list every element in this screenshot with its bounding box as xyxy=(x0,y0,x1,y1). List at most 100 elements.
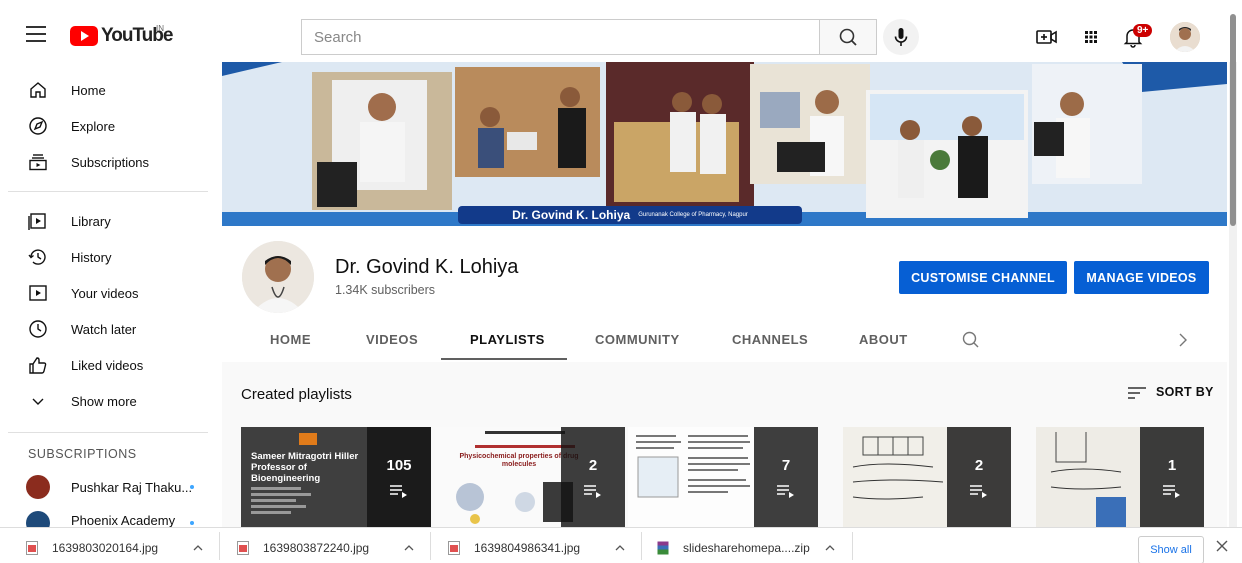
manage-videos-button[interactable]: MANAGE VIDEOS xyxy=(1074,261,1209,294)
playlist-icon xyxy=(970,485,987,498)
chevron-up-icon[interactable] xyxy=(193,544,203,552)
apps-icon[interactable] xyxy=(1078,24,1104,50)
subscription-label: Phoenix Academy xyxy=(71,513,176,527)
sidebar-item-label: Subscriptions xyxy=(71,154,150,170)
search-box xyxy=(301,19,820,55)
tab-playlists[interactable]: PLAYLISTS xyxy=(470,332,545,347)
thumbnail-caption: Sameer Mitragotri Hiller Professor of Bi… xyxy=(251,451,359,484)
image-file-icon xyxy=(26,541,38,555)
video-count: 2 xyxy=(974,457,984,474)
video-count: 2 xyxy=(588,457,598,474)
playlist-thumbnail[interactable]: 7 xyxy=(628,427,818,527)
search-input[interactable] xyxy=(302,20,820,54)
banner-collage-image xyxy=(222,62,1227,226)
banner-subtitle: Gurunanak College of Pharmacy, Nagpur xyxy=(638,212,748,218)
download-item[interactable]: slidesharehomepa....zip xyxy=(657,536,810,560)
home-icon xyxy=(30,82,46,98)
subscriptions-heading: SUBSCRIPTIONS xyxy=(28,447,137,461)
sidebar-item-label: Liked videos xyxy=(71,357,144,373)
sidebar-item-label: Home xyxy=(71,82,106,98)
download-item[interactable]: 1639803020164.jpg xyxy=(26,536,158,560)
avatar-face-icon xyxy=(1170,22,1200,52)
active-tab-indicator xyxy=(441,358,567,360)
video-count: 105 xyxy=(386,457,412,474)
download-item[interactable]: 1639804986341.jpg xyxy=(448,536,580,560)
sidebar-item-subscriptions[interactable]: Subscriptions xyxy=(0,144,222,180)
sidebar-item-explore[interactable]: Explore xyxy=(0,108,222,144)
sidebar-item-show-more[interactable]: Show more xyxy=(0,383,222,419)
download-filename: 1639803020164.jpg xyxy=(52,541,159,555)
sort-icon[interactable] xyxy=(1128,386,1146,400)
tab-about[interactable]: ABOUT xyxy=(859,332,908,347)
tab-videos[interactable]: VIDEOS xyxy=(366,332,418,347)
close-icon[interactable] xyxy=(1216,540,1228,552)
search-icon xyxy=(839,28,857,46)
divider xyxy=(852,532,853,560)
banner-name-text: Dr. Govind K. Lohiya xyxy=(512,208,631,222)
sidebar-item-label: Your videos xyxy=(71,285,139,301)
channel-search-icon[interactable] xyxy=(961,330,981,350)
create-video-icon[interactable] xyxy=(1034,24,1060,50)
subscriber-count: 1.34K subscribers xyxy=(335,283,436,297)
sidebar-subscription-pushkar[interactable]: Pushkar Raj Thaku... xyxy=(0,469,222,505)
sidebar-subscription-phoenix[interactable]: Phoenix Academy xyxy=(0,505,222,527)
chevron-down-icon xyxy=(32,398,44,405)
playlist-thumbnail[interactable]: Physicochemical properties of drug molec… xyxy=(435,427,625,527)
chevron-up-icon[interactable] xyxy=(404,544,414,552)
image-file-icon xyxy=(448,541,460,555)
sidebar-item-label: Library xyxy=(71,213,111,229)
tab-community[interactable]: COMMUNITY xyxy=(595,332,680,347)
show-all-downloads-button[interactable]: Show all xyxy=(1138,536,1204,563)
library-icon xyxy=(28,213,46,230)
playlist-thumbnail[interactable]: 2 xyxy=(843,427,1011,527)
sidebar-item-label: Watch later xyxy=(71,321,137,337)
chevron-up-icon[interactable] xyxy=(825,544,835,552)
explore-icon xyxy=(29,117,47,135)
subscriptions-icon xyxy=(29,154,47,171)
download-filename: slidesharehomepa....zip xyxy=(683,541,810,555)
sidebar-item-home[interactable]: Home xyxy=(0,72,222,108)
sidebar-item-label: Show more xyxy=(71,393,137,409)
sidebar-item-watch-later[interactable]: Watch later xyxy=(0,311,222,347)
archive-file-icon xyxy=(657,541,669,555)
voice-search-button[interactable] xyxy=(883,19,919,55)
liked-videos-icon xyxy=(29,357,47,374)
playlist-icon xyxy=(584,485,601,498)
avatar xyxy=(26,475,50,499)
sidebar-divider xyxy=(8,432,208,433)
playlist-icon xyxy=(777,485,794,498)
sidebar-item-liked-videos[interactable]: Liked videos xyxy=(0,347,222,383)
image-file-icon xyxy=(237,541,249,555)
download-item[interactable]: 1639803872240.jpg xyxy=(237,536,369,560)
tab-channels[interactable]: CHANNELS xyxy=(732,332,808,347)
your-videos-icon xyxy=(29,285,47,301)
chevron-right-icon[interactable] xyxy=(1175,330,1191,350)
video-count: 1 xyxy=(1167,457,1177,474)
youtube-channel-page: YouTube IN Search 9+ Home Explore Subscr… xyxy=(0,0,1242,563)
scrollbar-thumb[interactable] xyxy=(1230,14,1236,226)
history-icon xyxy=(28,249,46,265)
customise-channel-button[interactable]: CUSTOMISE CHANNEL xyxy=(899,261,1067,294)
divider xyxy=(219,532,220,560)
playlist-icon xyxy=(390,485,407,498)
channel-avatar[interactable] xyxy=(242,241,314,313)
playlist-count-overlay: 7 xyxy=(754,427,818,527)
playlist-count-overlay: 105 xyxy=(367,427,431,527)
mic-icon xyxy=(894,28,908,46)
tab-home[interactable]: HOME xyxy=(270,332,311,347)
sidebar-divider xyxy=(8,191,208,192)
watch-later-icon xyxy=(29,320,47,338)
account-avatar[interactable] xyxy=(1170,22,1200,52)
playlist-thumbnail[interactable]: 1 xyxy=(1036,427,1204,527)
search-button[interactable] xyxy=(819,19,877,55)
sort-by-button[interactable]: SORT BY xyxy=(1156,385,1214,399)
youtube-play-icon xyxy=(70,26,98,46)
sidebar-item-your-videos[interactable]: Your videos xyxy=(0,275,222,311)
new-content-dot xyxy=(190,521,194,525)
sidebar-item-library[interactable]: Library xyxy=(0,203,222,239)
playlist-thumbnail[interactable]: Sameer Mitragotri Hiller Professor of Bi… xyxy=(241,427,431,527)
sidebar-item-history[interactable]: History xyxy=(0,239,222,275)
chevron-up-icon[interactable] xyxy=(615,544,625,552)
menu-icon[interactable] xyxy=(26,26,46,42)
video-count: 7 xyxy=(781,457,791,474)
